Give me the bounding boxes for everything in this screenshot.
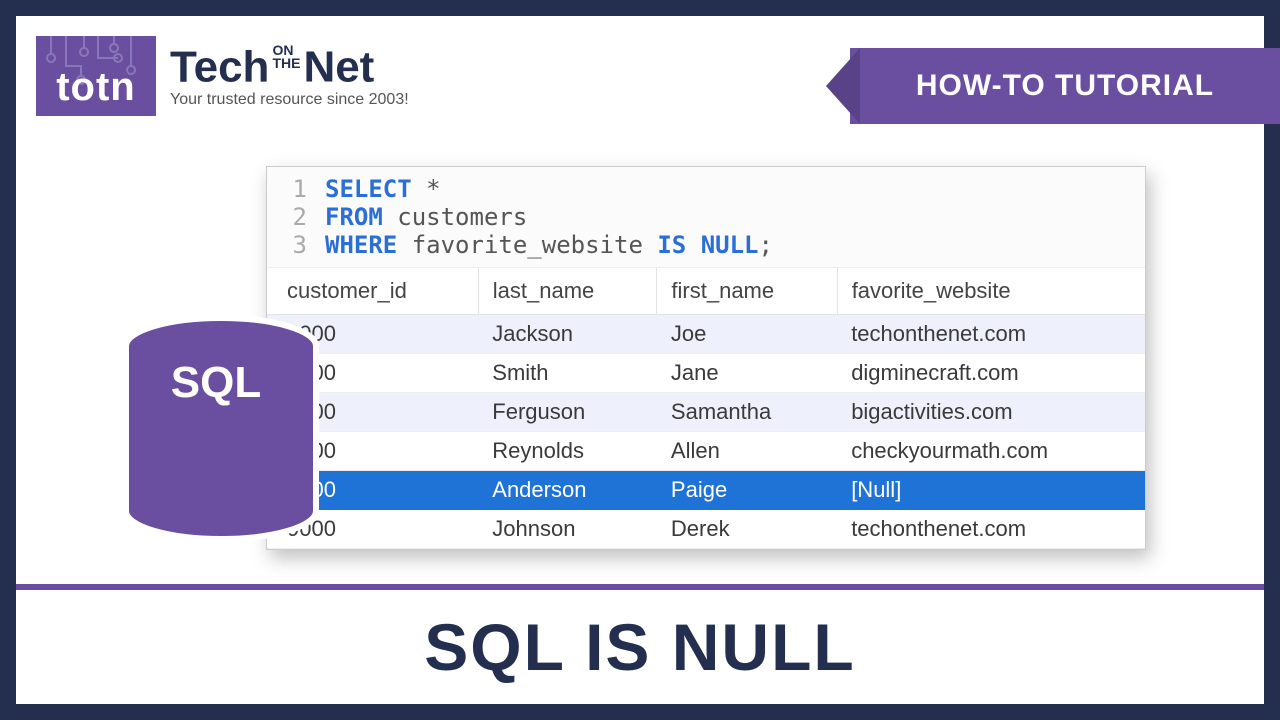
brand-text: TechONTHENet Your trusted resource since… [170, 44, 409, 108]
sql-code-block: 1SELECT *2FROM customers3WHERE favorite_… [267, 167, 1145, 268]
tutorial-frame: totn TechONTHENet Your trusted resource … [0, 0, 1280, 720]
ribbon-label: HOW-TO TUTORIAL [850, 48, 1280, 124]
code-line: 3WHERE favorite_website IS NULL; [267, 231, 1145, 259]
column-header: first_name [657, 268, 837, 315]
code-text: WHERE favorite_website IS NULL; [325, 231, 773, 259]
result-table: customer_idlast_namefirst_namefavorite_w… [267, 268, 1145, 549]
column-header: last_name [478, 268, 657, 315]
table-cell: checkyourmath.com [837, 432, 1145, 471]
brand-tagline: Your trusted resource since 2003! [170, 92, 409, 108]
code-text: FROM customers [325, 203, 527, 231]
line-number: 3 [267, 231, 325, 259]
table-row: 6000FergusonSamanthabigactivities.com [267, 393, 1145, 432]
code-text: SELECT * [325, 175, 441, 203]
table-row: 7000ReynoldsAllencheckyourmath.com [267, 432, 1145, 471]
table-cell: techonthenet.com [837, 315, 1145, 354]
table-body: 4000JacksonJoetechonthenet.com5000SmithJ… [267, 315, 1145, 549]
brand-title: TechONTHENet [170, 44, 409, 90]
column-header: customer_id [267, 268, 478, 315]
table-cell: Johnson [478, 510, 657, 549]
brand-title-small: ONTHE [272, 44, 300, 69]
table-cell: techonthenet.com [837, 510, 1145, 549]
table-header-row: customer_idlast_namefirst_namefavorite_w… [267, 268, 1145, 315]
line-number: 2 [267, 203, 325, 231]
table-cell: bigactivities.com [837, 393, 1145, 432]
ribbon: HOW-TO TUTORIAL [826, 48, 1280, 124]
table-row: 5000SmithJanedigminecraft.com [267, 354, 1145, 393]
table-cell: Jane [657, 354, 837, 393]
table-cell: Reynolds [478, 432, 657, 471]
brand-title-part1: Tech [170, 43, 269, 92]
table-cell: Paige [657, 471, 837, 510]
column-header: favorite_website [837, 268, 1145, 315]
table-cell: Samantha [657, 393, 837, 432]
page-title: SQL IS NULL [16, 584, 1264, 704]
code-line: 1SELECT * [267, 175, 1145, 203]
brand-logo: totn [36, 36, 156, 116]
table-row: 4000JacksonJoetechonthenet.com [267, 315, 1145, 354]
brand-title-part2: Net [303, 43, 374, 92]
brand-logo-text: totn [56, 65, 136, 110]
table-row: 9000JohnsonDerektechonthenet.com [267, 510, 1145, 549]
table-cell: Anderson [478, 471, 657, 510]
table-cell: digminecraft.com [837, 354, 1145, 393]
ribbon-tail-icon [826, 48, 860, 124]
table-cell: Allen [657, 432, 837, 471]
database-label: SQL [116, 358, 316, 408]
example-panel: 1SELECT *2FROM customers3WHERE favorite_… [266, 166, 1146, 550]
code-line: 2FROM customers [267, 203, 1145, 231]
table-row: 8000AndersonPaige[Null] [267, 471, 1145, 510]
database-icon [116, 316, 326, 576]
table-cell: Joe [657, 315, 837, 354]
table-cell: Derek [657, 510, 837, 549]
table-cell: Jackson [478, 315, 657, 354]
table-cell: Smith [478, 354, 657, 393]
table-cell: [Null] [837, 471, 1145, 510]
brand-header: totn TechONTHENet Your trusted resource … [36, 36, 409, 116]
table-cell: Ferguson [478, 393, 657, 432]
line-number: 1 [267, 175, 325, 203]
